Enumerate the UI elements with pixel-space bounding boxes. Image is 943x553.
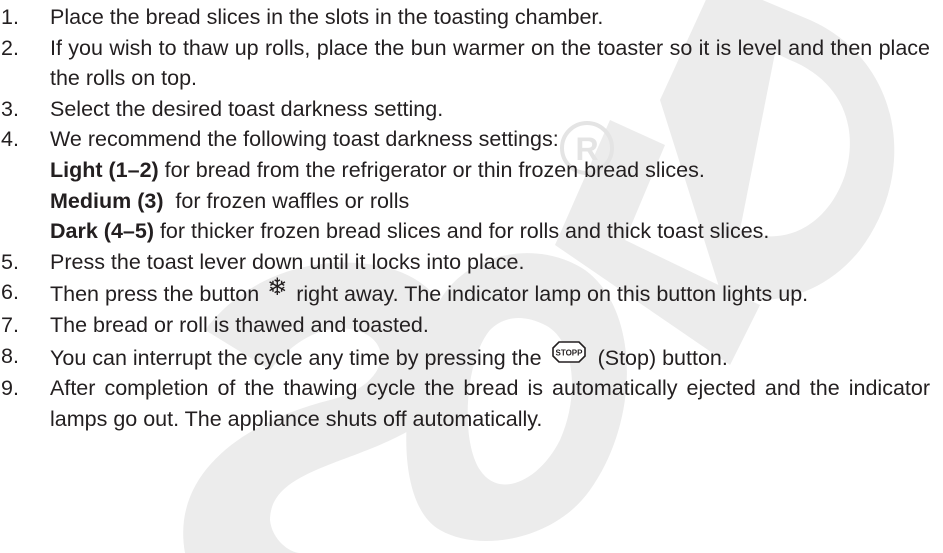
step-text: Select the desired toast darkness settin… xyxy=(50,96,444,121)
step-number: 6. xyxy=(1,280,19,305)
stop-button-icon: STOPP xyxy=(551,340,586,363)
step-number: 8. xyxy=(1,343,19,368)
step-text: Press the toast lever down until it lock… xyxy=(50,249,525,274)
list-item: 3. Select the desired toast darkness set… xyxy=(0,94,930,125)
step-text-after: (Stop) button. xyxy=(597,345,728,370)
step-text: After completion of the thawing cycle th… xyxy=(50,376,930,431)
step-number: 5. xyxy=(1,249,19,274)
setting-medium: Medium (3) for frozen waffles or rolls xyxy=(50,186,930,217)
instructions-document: 1. Place the bread slices in the slots i… xyxy=(0,0,943,434)
step-text: If you wish to thaw up rolls, place the … xyxy=(50,35,930,91)
setting-label: Dark (4–5) xyxy=(50,219,154,244)
snowflake-defrost-icon: ❄ xyxy=(267,273,288,302)
list-item: 1. Place the bread slices in the slots i… xyxy=(0,2,930,33)
steps-list: 1. Place the bread slices in the slots i… xyxy=(0,2,943,434)
step-number: 2. xyxy=(1,35,19,60)
setting-label: Medium (3) xyxy=(50,188,164,213)
step-number: 4. xyxy=(1,127,19,152)
list-item: 9. After completion of the thawing cycle… xyxy=(0,373,930,434)
setting-desc: for frozen waffles or rolls xyxy=(163,188,410,213)
step-number: 3. xyxy=(1,96,19,121)
setting-dark: Dark (4–5) for thicker frozen bread slic… xyxy=(50,216,930,247)
step-text: Place the bread slices in the slots in t… xyxy=(50,5,604,29)
step-text: We recommend the following toast darknes… xyxy=(50,127,559,152)
stop-icon-label: STOPP xyxy=(555,348,583,357)
step-text-after: right away. The indicator lamp on this b… xyxy=(296,282,809,307)
step-number: 9. xyxy=(1,376,19,401)
step-text: The bread or roll is thawed and toasted. xyxy=(50,312,429,337)
list-item: 2. If you wish to thaw up rolls, place t… xyxy=(0,33,930,94)
list-item: 5. Press the toast lever down until it l… xyxy=(0,247,930,278)
step-text-before: You can interrupt the cycle any time by … xyxy=(50,345,542,370)
step-number: 7. xyxy=(1,312,19,337)
step-text-before: Then press the button xyxy=(50,282,260,307)
list-item: 8. You can interrupt the cycle any time … xyxy=(0,340,930,374)
setting-desc: for bread from the refrigerator or thin … xyxy=(158,157,705,182)
step-number: 1. xyxy=(1,5,19,29)
setting-label: Light (1–2) xyxy=(50,157,159,182)
setting-desc: for thicker frozen bread slices and for … xyxy=(153,219,770,244)
list-item: 6. Then press the button ❄ right away. T… xyxy=(0,273,930,310)
setting-light: Light (1–2) for bread from the refrigera… xyxy=(50,155,930,186)
list-item: 4. We recommend the following toast dark… xyxy=(0,124,930,246)
list-item: 7. The bread or roll is thawed and toast… xyxy=(0,310,930,341)
